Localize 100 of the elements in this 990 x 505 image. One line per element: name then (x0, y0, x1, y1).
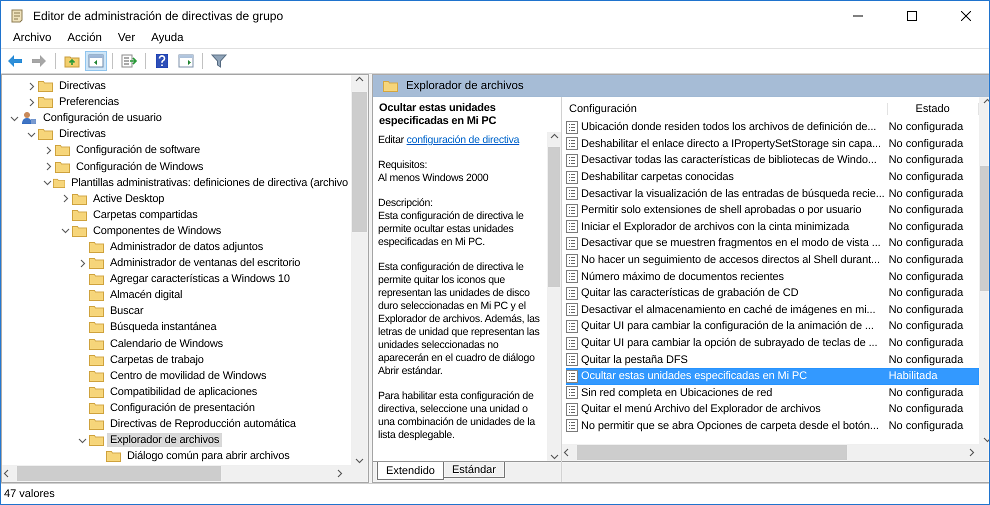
folder-icon (89, 370, 104, 382)
scroll-down-icon[interactable] (982, 435, 989, 444)
menu-item[interactable]: Ver (110, 30, 144, 48)
toolbar-button[interactable] (85, 51, 107, 71)
collapse-chevron-icon[interactable] (61, 226, 70, 236)
column-header[interactable]: Configuración (566, 103, 888, 115)
description-text: Esta configuración de directiva le permite quitar los iconos que representan las unidades de disco duro seleccionadas en Mi PC y el Explorador de archivos. Además, las letras de unidad que representan las unidades seleccionadas no aparecerán en el cuadro de diálogo Abrir estándar. (378, 261, 541, 378)
tree-item[interactable]: Directivas (56, 127, 109, 142)
policy-sheet-icon (566, 303, 578, 316)
scroll-up-icon[interactable] (982, 97, 989, 106)
view-tab[interactable]: Estándar (442, 462, 505, 478)
tree-item[interactable]: Directivas (56, 79, 109, 94)
setting-row[interactable]: Quitar UI para cambiar la configuración de la animación de ... No configurada (566, 318, 979, 335)
folder-icon (89, 338, 104, 350)
setting-row[interactable]: No permitir que se abra Opciones de carpeta desde el botón... No configurada (566, 418, 979, 434)
tree-item[interactable]: Componentes de Windows (90, 224, 224, 238)
folder-icon (72, 192, 87, 205)
expand-chevron-icon[interactable] (61, 194, 70, 204)
setting-row[interactable]: Desactivar el almacenamiento en caché de imágenes en mi... No configurada (566, 302, 979, 318)
tree-item[interactable]: Centro de movilidad de Windows (107, 368, 270, 383)
scroll-down-icon[interactable] (550, 452, 558, 461)
setting-state: Habilitada (888, 370, 939, 382)
vertical-scrollbar[interactable] (547, 132, 561, 461)
description-text: Descripción: Esta configuración de directiva le permite ocultar estas unidades especificadas en Mi PC. (378, 197, 525, 249)
scroll-left-icon[interactable] (562, 448, 571, 457)
setting-row[interactable]: Iniciar el Explorador de archivos con la cinta minimizada No configurada (566, 218, 979, 236)
tree-item[interactable]: Explorador de archivos (107, 433, 222, 448)
horizontal-scrollbar[interactable] (2, 465, 368, 482)
scroll-up-icon[interactable] (355, 75, 364, 84)
close-icon[interactable] (961, 10, 971, 20)
setting-row[interactable]: Deshabilitar el enlace directo a IPropertySetStorage sin capa... No configurada (566, 136, 979, 152)
tree-item[interactable]: Administrador de datos adjuntos (107, 240, 266, 254)
setting-row[interactable]: Desactivar que se muestren fragmentos en el modo de vista ... No configurada (566, 235, 979, 252)
setting-row[interactable]: Sin red completa en Ubicaciones de red No configurada (566, 384, 979, 402)
tree-item[interactable]: Almacén digital (107, 288, 186, 302)
tree-item[interactable]: Agregar características a Windows 10 (107, 272, 293, 286)
collapse-chevron-icon[interactable] (10, 114, 19, 123)
vertical-scrollbar[interactable] (351, 75, 368, 465)
setting-row[interactable]: Quitar las características de grabación de CD No configurada (566, 284, 979, 302)
tree-item[interactable]: Búsqueda instantánea (107, 320, 220, 334)
setting-row[interactable]: Quitar el menú Archivo del Explorador de archivos No configurada (566, 401, 979, 418)
tree-item[interactable]: Directivas de Reproducción automática (107, 417, 299, 432)
menu-item[interactable]: Acción (59, 30, 110, 48)
edit-policy-link[interactable]: configuración de directiva (406, 134, 520, 146)
tree-item[interactable]: Active Desktop (90, 192, 168, 206)
setting-row[interactable]: Desactivar todas las características de bibliotecas de Windo... No configurada (566, 152, 979, 169)
tree-item[interactable]: Preferencias (56, 95, 122, 110)
tree-item[interactable]: Administrador de ventanas del escritorio (107, 256, 304, 270)
tree-item[interactable]: Configuración de presentación (107, 400, 258, 415)
tree-item[interactable]: Configuración de Windows (73, 160, 206, 174)
setting-row[interactable]: Número máximo de documentos recientes No configurada (566, 268, 979, 285)
setting-state: No configurada (888, 237, 964, 250)
setting-row[interactable]: No hacer un seguimiento de accesos directos al Shell durant... No configurada (566, 252, 979, 268)
collapse-chevron-icon[interactable] (27, 130, 36, 139)
export-list-icon (121, 54, 137, 68)
menu-item[interactable]: Archivo (5, 30, 60, 48)
scroll-left-icon[interactable] (2, 469, 11, 478)
tree-item[interactable]: Buscar (107, 304, 146, 318)
policy-sheet-icon (566, 286, 578, 300)
setting-name: Sin red completa en Ubicaciones de red (580, 386, 774, 399)
expand-chevron-icon[interactable] (44, 146, 53, 155)
setting-name: No hacer un seguimiento de accesos directos al Shell durant... (580, 254, 881, 266)
scroll-up-icon[interactable] (550, 132, 558, 141)
scroll-down-icon[interactable] (355, 456, 364, 465)
expand-chevron-icon[interactable] (78, 258, 87, 268)
horizontal-scrollbar[interactable] (562, 444, 989, 461)
collapse-chevron-icon[interactable] (78, 436, 87, 445)
view-tab[interactable]: Extendido (377, 462, 444, 480)
setting-state: No configurada (888, 188, 964, 200)
folder-icon (38, 128, 53, 140)
setting-row[interactable]: Deshabilitar carpetas conocidas No configurada (566, 168, 979, 186)
policy-sheet-icon (566, 353, 578, 366)
expand-chevron-icon[interactable] (44, 162, 53, 172)
folder-icon (89, 418, 104, 430)
setting-row[interactable]: Permitir solo extensiones de shell aprobadas o por usuario No configurada (566, 202, 979, 219)
setting-name: Número máximo de documentos recientes (580, 270, 785, 283)
setting-row[interactable]: Ubicación donde residen todos los archivos de definición de... No configurada (566, 119, 979, 136)
tree-item[interactable]: Carpetas compartidas (90, 208, 201, 222)
setting-title: Ocultar estas unidades especificadas en Mi PC (378, 101, 498, 129)
tree-item[interactable]: Configuración de software (73, 143, 204, 158)
setting-name: Iniciar el Explorador de archivos con la cinta minimizada (580, 220, 850, 233)
scroll-right-icon[interactable] (966, 448, 976, 457)
collapse-chevron-icon[interactable] (42, 178, 52, 188)
setting-row[interactable]: Desactivar la visualización de las entradas de búsqueda recie... No configurada (566, 185, 979, 202)
expand-chevron-icon[interactable] (27, 98, 36, 107)
tree-item[interactable]: Configuración de usuario (40, 111, 165, 126)
tree-item[interactable]: Calendario de Windows (107, 336, 226, 351)
policy-sheet-icon (566, 270, 578, 284)
menu-item[interactable]: Ayuda (143, 30, 192, 48)
expand-chevron-icon[interactable] (27, 82, 36, 91)
setting-row[interactable]: Quitar UI para cambiar la opción de subrayado de teclas de ... No configurada (566, 334, 979, 352)
setting-row[interactable]: Quitar la pestaña DFS No configurada (566, 351, 979, 368)
tree-item[interactable]: Diálogo común para abrir archivos (124, 449, 293, 464)
scroll-right-icon[interactable] (335, 469, 344, 478)
tree-item[interactable]: Carpetas de trabajo (107, 352, 207, 367)
setting-name: Desactivar la visualización de las entradas de búsqueda recie... (580, 188, 885, 200)
maximize-icon[interactable] (907, 10, 917, 20)
tree-item[interactable]: Plantillas administrativas: definiciones de directiva (archivo (68, 176, 351, 190)
folder-icon (89, 289, 104, 302)
tree-item[interactable]: Compatibilidad de aplicaciones (107, 384, 260, 399)
